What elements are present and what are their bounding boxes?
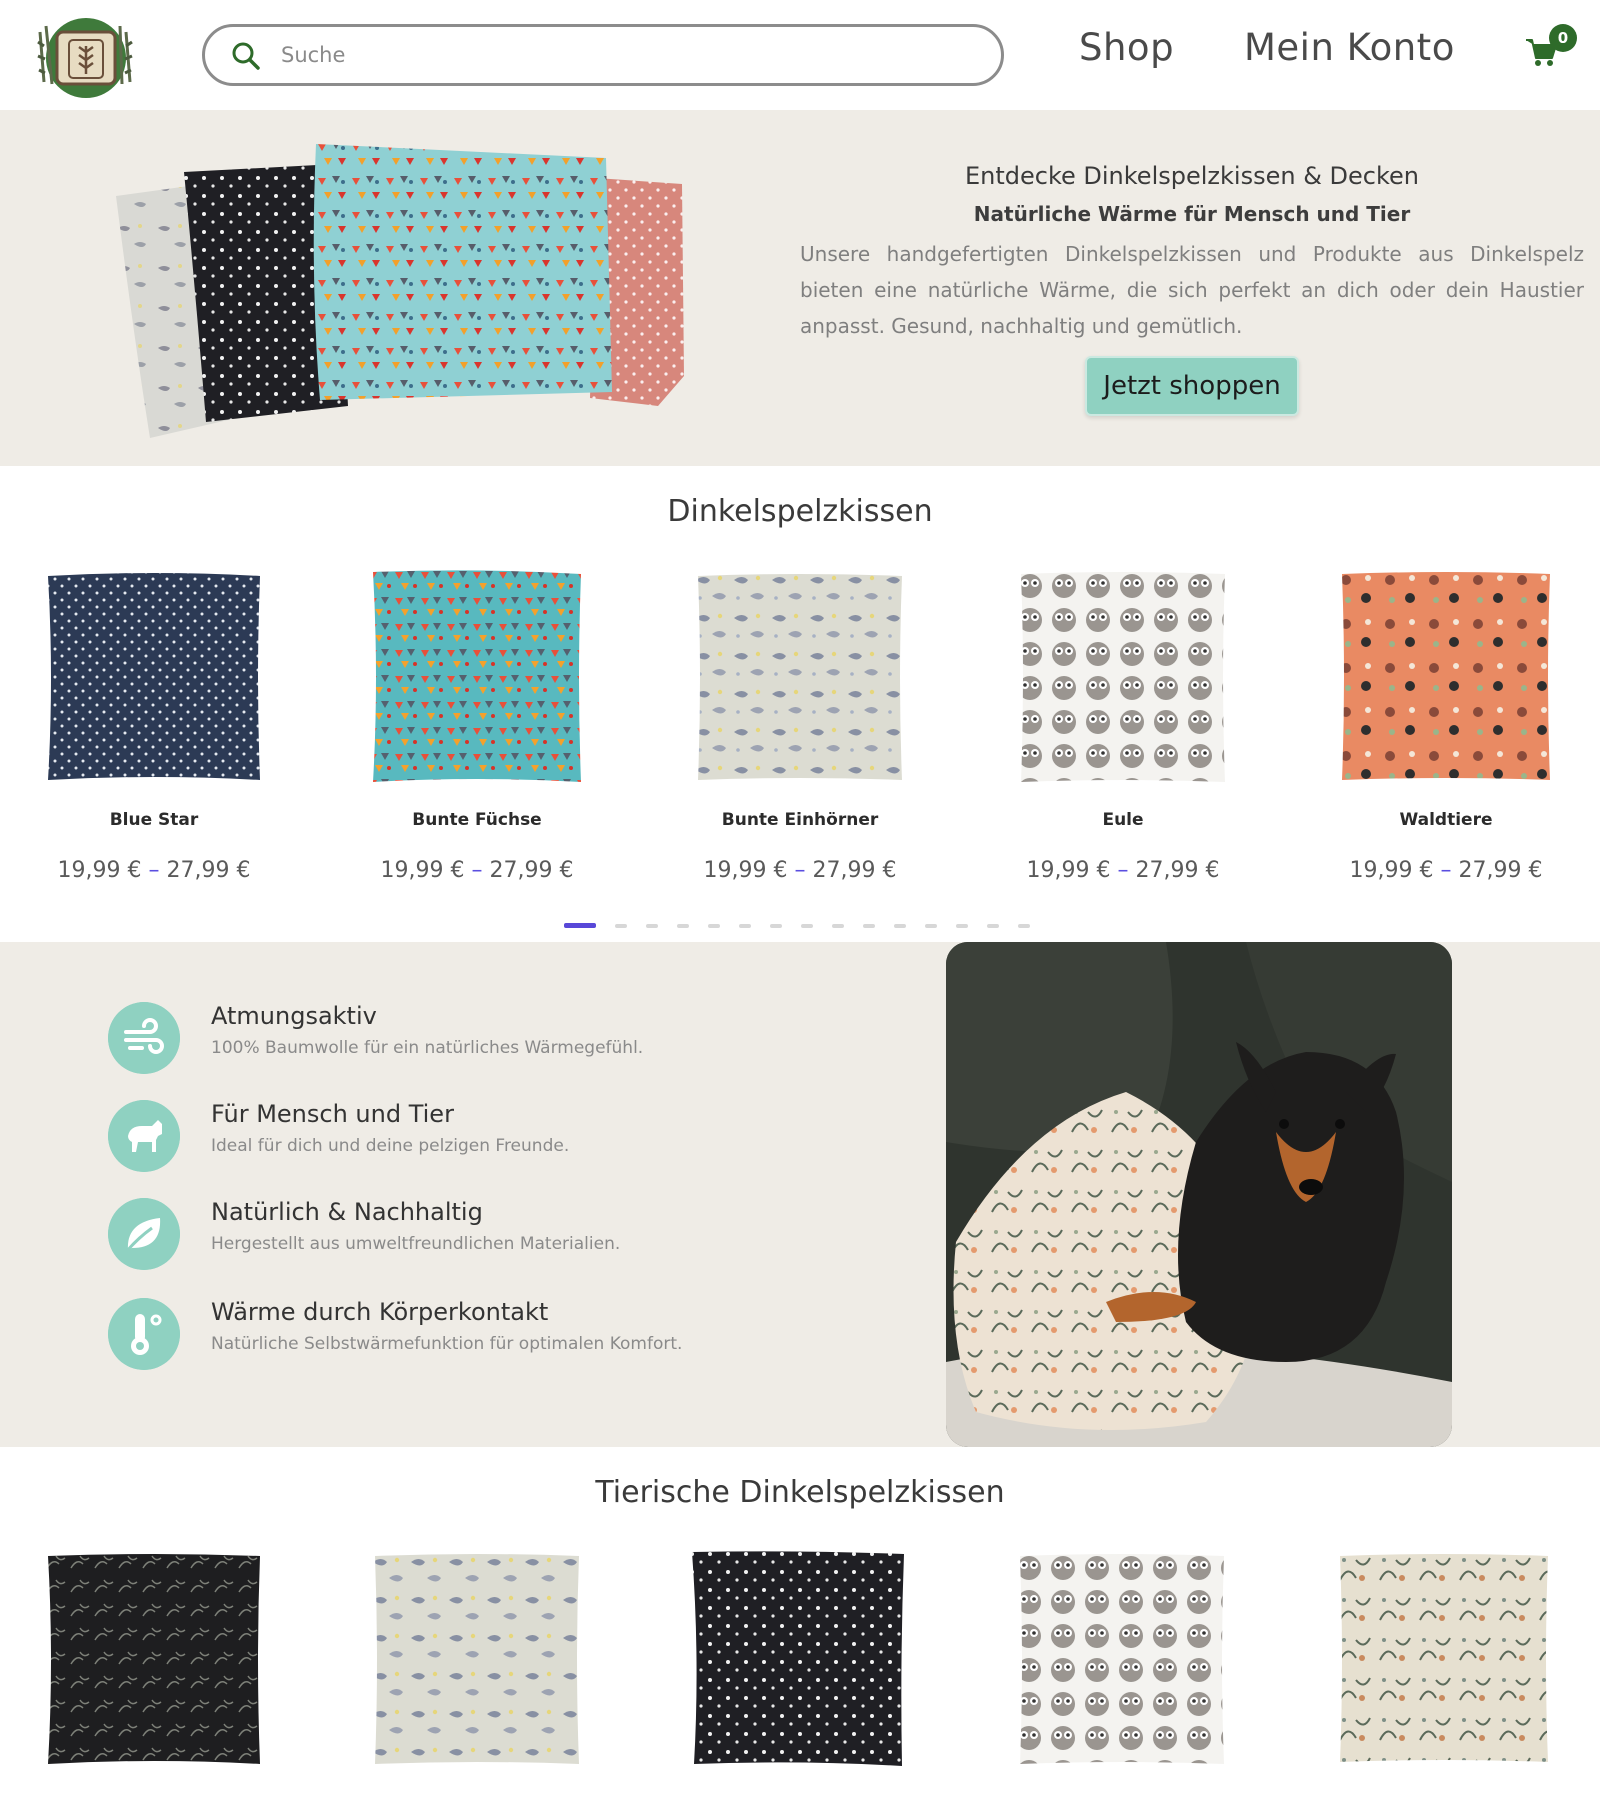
search-input[interactable] [281,39,961,71]
nav-account-link[interactable]: Mein Konto [1244,26,1455,69]
slider-dot[interactable] [770,924,782,928]
section-title-tierische-dinkelspelzkissen: Tierische Dinkelspelzkissen [595,1475,1005,1510]
slider-dot[interactable] [832,924,844,928]
wind-icon [108,1002,180,1074]
product-name[interactable]: Blue Star [34,810,274,830]
section-title-dinkelspelzkissen: Dinkelspelzkissen [667,494,933,529]
hero-pillows-image [116,144,684,438]
slider-dot[interactable] [677,924,689,928]
feature-description: 100% Baumwolle für ein natürliches Wärme… [211,1038,644,1058]
thermometer-icon [108,1298,180,1370]
product-price: 19,99 € – 27,99 € [57,858,251,883]
logo-icon [37,18,133,98]
hero-subtitle: Natürliche Wärme für Mensch und Tier [973,202,1411,226]
site-header: Shop Mein Konto 0 [0,0,1600,110]
product-image[interactable] [367,1550,587,1770]
product-price: 19,99 € – 27,99 € [1026,858,1220,883]
feature-description: Hergestellt aus umweltfreundlichen Mater… [211,1234,621,1254]
product-image-eule[interactable] [1013,568,1233,788]
product-image[interactable] [1012,1550,1232,1770]
animal-pillows-grid [0,1550,1600,1770]
slider-dot[interactable] [863,924,875,928]
product-name[interactable]: Bunte Füchse [357,810,597,830]
search-box[interactable] [202,24,1004,86]
slider-dot[interactable] [708,924,720,928]
feature-description: Ideal für dich und deine pelzigen Freund… [211,1136,570,1156]
features-section: Atmungsaktiv 100% Baumwolle für ein natü… [0,942,1600,1447]
product-image[interactable] [44,1550,264,1770]
leaf-icon [108,1198,180,1270]
slider-dot[interactable] [987,924,999,928]
feature-title: Natürlich & Nachhaltig [211,1198,483,1226]
feature-item: Für Mensch und Tier Ideal für dich und d… [108,1100,728,1176]
product-name[interactable]: Waldtiere [1326,810,1566,830]
slider-dot[interactable] [925,924,937,928]
slider-dot[interactable] [615,924,627,928]
slider-dot[interactable] [564,923,596,928]
slider-dot[interactable] [739,924,751,928]
product-image-blue-star[interactable] [44,568,264,788]
feature-description: Natürliche Selbstwärmefunktion für optim… [211,1334,683,1354]
product-image-bunte-fuechse[interactable] [367,568,587,788]
product-name[interactable]: Eule [1003,810,1243,830]
feature-title: Für Mensch und Tier [211,1100,454,1128]
product-image-bunte-einhoerner[interactable] [690,568,910,788]
shop-now-button[interactable]: Jetzt shoppen [1085,356,1299,416]
hero-banner: Entdecke Dinkelspelzkissen & Decken Natü… [0,110,1600,466]
product-image[interactable] [1334,1550,1554,1770]
slider-dot[interactable] [1018,924,1030,928]
horse-icon [108,1100,180,1172]
product-price: 19,99 € – 27,99 € [703,858,897,883]
product-image[interactable] [688,1550,908,1770]
product-image-waldtiere[interactable] [1336,568,1556,788]
search-icon[interactable] [231,41,261,71]
hero-description: Unsere handgefertigten Dinkelspelzkissen… [800,242,1584,338]
nav-shop-link[interactable]: Shop [1079,26,1174,69]
product-price: 19,99 € – 27,99 € [380,858,574,883]
feature-item: Natürlich & Nachhaltig Hergestellt aus u… [108,1198,728,1274]
feature-title: Wärme durch Körperkontakt [211,1298,549,1326]
slider-dot[interactable] [894,924,906,928]
feature-item: Wärme durch Körperkontakt Natürliche Sel… [108,1298,728,1374]
feature-title: Atmungsaktiv [211,1002,377,1030]
feature-item: Atmungsaktiv 100% Baumwolle für ein natü… [108,1002,728,1078]
slider-dot[interactable] [646,924,658,928]
slider-dot[interactable] [956,924,968,928]
hero-title: Entdecke Dinkelspelzkissen & Decken [964,162,1419,190]
product-name[interactable]: Bunte Einhörner [680,810,920,830]
dog-on-pillow-photo [946,942,1452,1447]
logo[interactable] [30,12,142,100]
slider-dot[interactable] [801,924,813,928]
cart-count-badge[interactable]: 0 [1549,24,1577,52]
product-price: 19,99 € – 27,99 € [1349,858,1543,883]
